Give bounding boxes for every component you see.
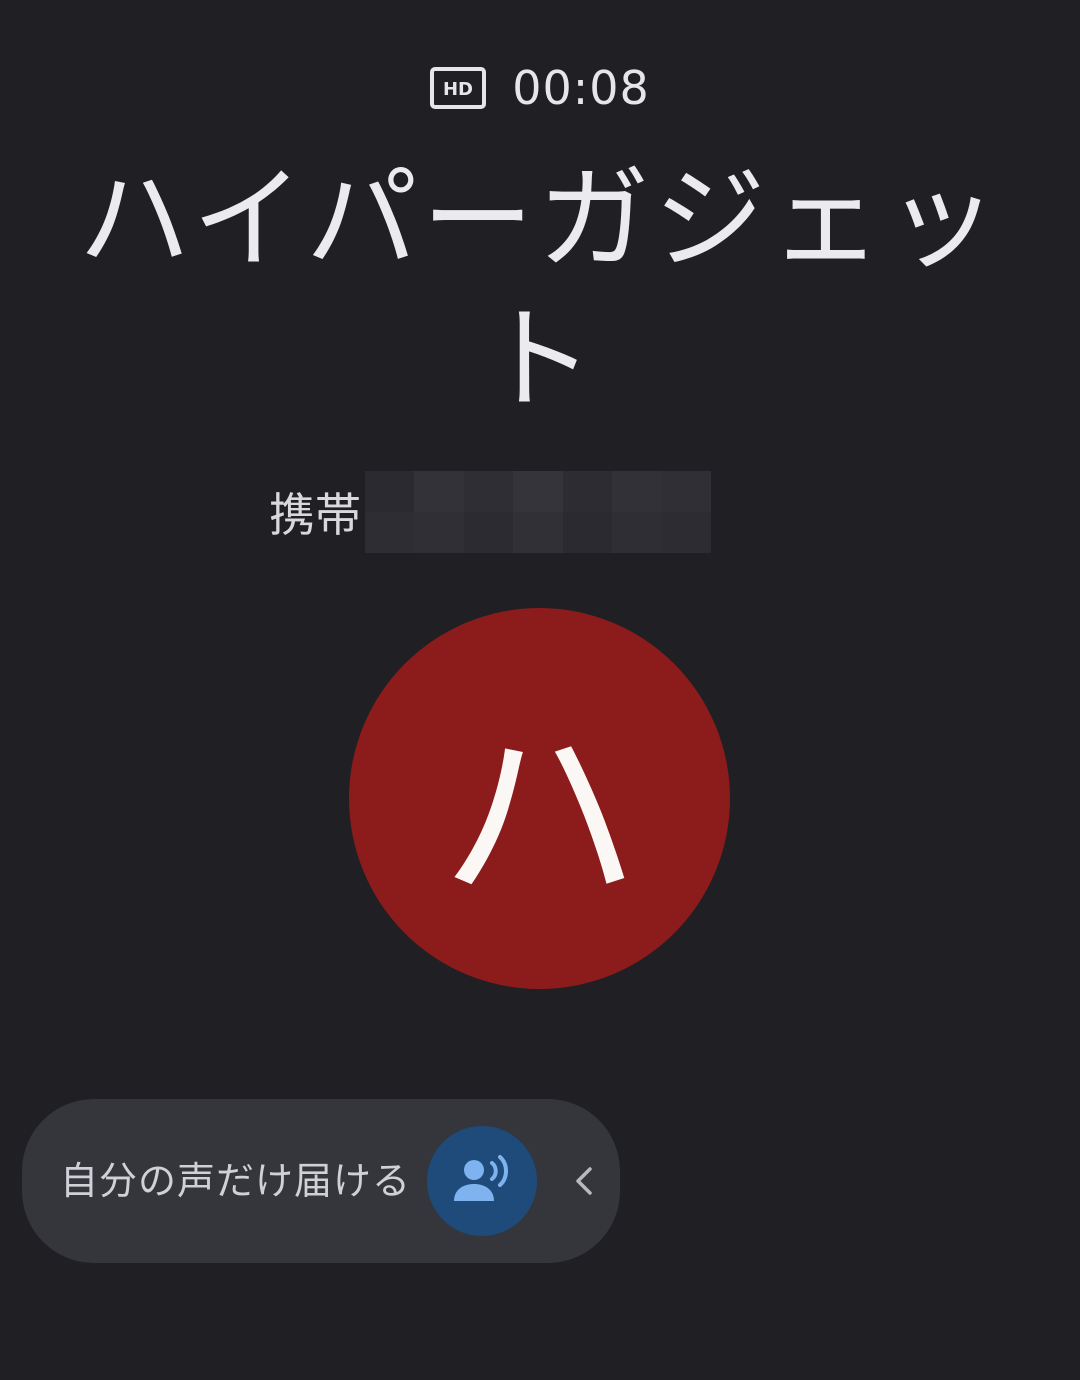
- call-status-row: HD 00:08: [0, 58, 1080, 118]
- svg-text:HD: HD: [443, 79, 473, 100]
- avatar-initial: ハ: [439, 700, 640, 934]
- phone-number-row: 携帯: [0, 470, 1080, 554]
- voice-isolation-label: 自分の声だけ届ける: [60, 1159, 412, 1203]
- contact-name: ハイパーガジェット: [78, 155, 1002, 425]
- redacted-phone-number: [365, 471, 711, 553]
- voice-isolation-button[interactable]: [427, 1126, 537, 1236]
- phone-type-label: 携帯: [269, 488, 361, 542]
- call-timer: 00:08: [512, 61, 650, 115]
- voice-selection-icon: [454, 1155, 508, 1201]
- hd-icon: HD: [430, 67, 487, 109]
- voice-isolation-chip[interactable]: 自分の声だけ届ける: [22, 1099, 620, 1263]
- chevron-left-icon[interactable]: [570, 1161, 598, 1201]
- contact-avatar: ハ: [349, 608, 730, 989]
